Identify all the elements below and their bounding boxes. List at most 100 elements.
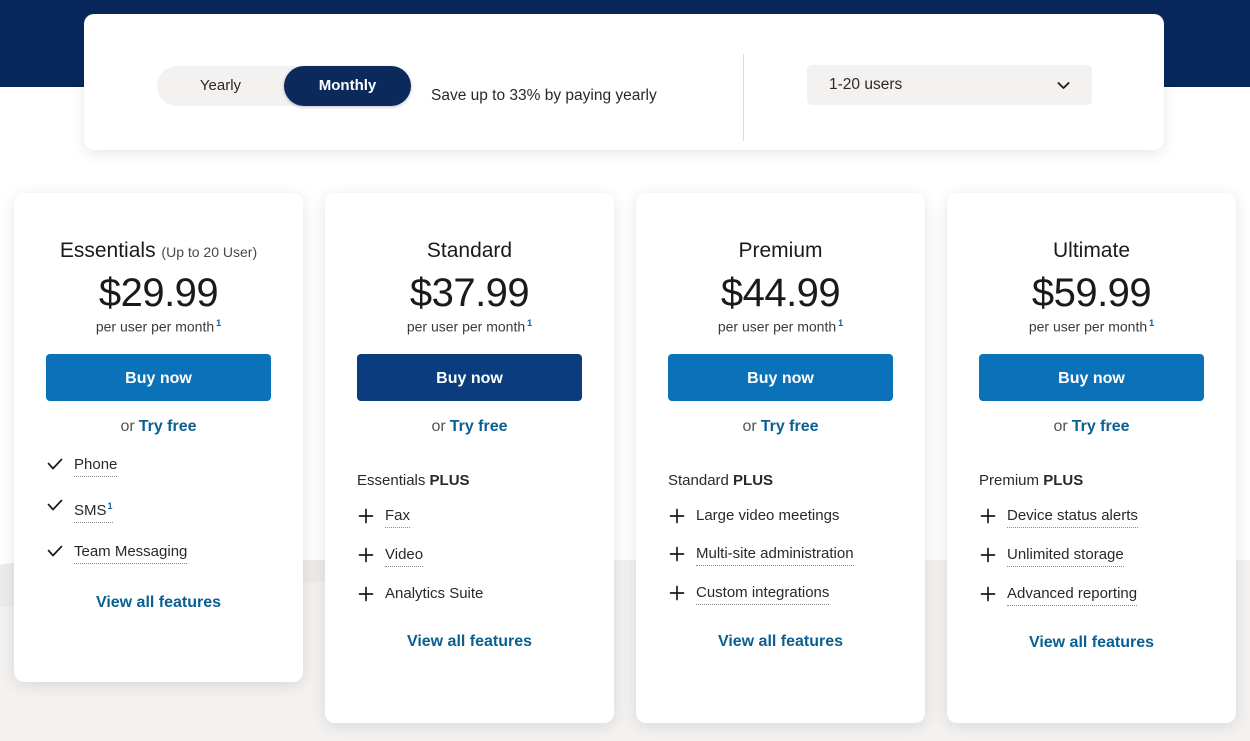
or-label: or [431, 417, 446, 435]
plus-icon [668, 507, 690, 525]
plus-prefix: Standard [668, 471, 734, 489]
check-icon [46, 543, 68, 561]
check-icon [46, 497, 68, 515]
feature-label[interactable]: Multi-site administration [696, 545, 854, 566]
billing-period-toggle[interactable]: Yearly Monthly [157, 66, 411, 106]
plan-period: per user per month 1 [46, 318, 271, 335]
pricing-cards: Essentials (Up to 20 User) $29.99 per us… [0, 193, 1250, 741]
price-footnote-marker: 1 [527, 318, 533, 328]
plus-icon [979, 585, 1001, 603]
plus-heading-ultimate: Premium PLUS [979, 472, 1204, 489]
plan-title-essentials: Essentials (Up to 20 User) [46, 239, 271, 263]
price-footnote-marker: 1 [838, 318, 844, 328]
try-free-link-ultimate[interactable]: Try free [1072, 418, 1130, 435]
pricing-card-standard: Standard $37.99 per user per month 1 Buy … [325, 193, 614, 723]
plus-heading-standard: Essentials PLUS [357, 472, 582, 489]
try-free-row-premium: or Try free [668, 418, 893, 436]
user-count-dropdown[interactable]: 1-20 users [807, 65, 1092, 105]
list-item: Team Messaging [46, 543, 271, 564]
plus-bold: PLUS [429, 471, 470, 489]
feature-label[interactable]: Unlimited storage [1007, 546, 1124, 567]
try-free-row-essentials: or Try free [46, 418, 271, 436]
pricing-card-essentials: Essentials (Up to 20 User) $29.99 per us… [14, 193, 303, 682]
feature-label[interactable]: Device status alerts [1007, 507, 1138, 528]
buy-now-button-ultimate[interactable]: Buy now [979, 353, 1204, 401]
try-free-link-premium[interactable]: Try free [761, 418, 819, 435]
list-item: Fax [357, 507, 582, 528]
plan-period: per user per month 1 [357, 318, 582, 335]
plus-bold: PLUS [1043, 471, 1084, 489]
try-free-link-standard[interactable]: Try free [450, 418, 508, 435]
plan-name-suffix: (Up to 20 User) [161, 244, 258, 260]
plus-icon [979, 507, 1001, 525]
buy-now-button-premium[interactable]: Buy now [668, 353, 893, 401]
buy-now-button-essentials[interactable]: Buy now [46, 353, 271, 401]
plan-title-standard: Standard [357, 239, 582, 263]
buy-now-button-standard[interactable]: Buy now [357, 353, 582, 401]
plus-icon [357, 546, 379, 564]
feature-label[interactable]: Custom integrations [696, 584, 830, 605]
view-all-features-link-standard[interactable]: View all features [357, 633, 582, 651]
plan-period: per user per month 1 [979, 318, 1204, 335]
view-all-features-link-essentials[interactable]: View all features [46, 594, 271, 612]
feature-label[interactable]: Video [385, 546, 424, 567]
list-item: Device status alerts [979, 507, 1204, 528]
feature-label[interactable]: Advanced reporting [1007, 585, 1138, 606]
pricing-card-premium: Premium $44.99 per user per month 1 Buy n… [636, 193, 925, 723]
plus-icon [668, 545, 690, 563]
list-item: Large video meetings [668, 507, 893, 527]
feature-label[interactable]: Phone [74, 456, 118, 477]
feature-list-standard: Fax Video Analytics Suite [357, 507, 582, 605]
pricing-page: Yearly Monthly Save up to 33% by paying … [0, 0, 1250, 741]
plan-price: $44.99 [720, 271, 841, 315]
try-free-link-essentials[interactable]: Try free [139, 418, 197, 435]
feature-label[interactable]: Team Messaging [74, 543, 188, 564]
check-icon [46, 456, 68, 474]
toggle-option-yearly[interactable]: Yearly [157, 66, 284, 106]
savings-note: Save up to 33% by paying yearly [431, 87, 657, 104]
plan-period-text: per user per month [1028, 318, 1148, 335]
view-all-features-link-ultimate[interactable]: View all features [979, 634, 1204, 652]
list-item: Phone [46, 456, 271, 477]
plan-name: Standard [426, 239, 513, 262]
feature-label[interactable]: SMS1 [74, 497, 113, 523]
plus-icon [979, 546, 1001, 564]
plan-price: $59.99 [1031, 271, 1152, 315]
toggle-option-monthly[interactable]: Monthly [284, 66, 411, 106]
plan-period-text: per user per month [95, 318, 215, 335]
list-item: Advanced reporting [979, 585, 1204, 606]
feature-list-premium: Large video meetings Multi-site administ… [668, 507, 893, 605]
user-count-value: 1-20 users [829, 76, 903, 93]
or-label: or [120, 417, 135, 435]
plan-title-premium: Premium [668, 239, 893, 263]
plan-name: Premium [738, 239, 823, 262]
price-footnote-marker: 1 [1149, 318, 1155, 328]
plus-prefix: Essentials [357, 471, 430, 489]
pricing-card-ultimate: Ultimate $59.99 per user per month 1 Buy … [947, 193, 1236, 723]
view-all-features-link-premium[interactable]: View all features [668, 633, 893, 651]
feature-label[interactable]: Analytics Suite [385, 585, 483, 605]
list-item: SMS1 [46, 497, 271, 523]
plus-icon [357, 507, 379, 525]
list-item: Analytics Suite [357, 585, 582, 605]
list-item: Custom integrations [668, 584, 893, 605]
price-footnote-marker: 1 [216, 318, 222, 328]
feature-label[interactable]: Large video meetings [696, 507, 839, 527]
list-item: Video [357, 546, 582, 567]
plus-heading-premium: Standard PLUS [668, 472, 893, 489]
or-label: or [742, 417, 757, 435]
or-label: or [1053, 417, 1068, 435]
list-item: Unlimited storage [979, 546, 1204, 567]
plan-name: Ultimate [1052, 239, 1131, 262]
plan-price: $29.99 [98, 271, 219, 315]
plan-period-text: per user per month [406, 318, 526, 335]
feature-label[interactable]: Fax [385, 507, 411, 528]
plan-period-text: per user per month [717, 318, 837, 335]
feature-list-essentials: Phone SMS1 Team Messaging [46, 456, 271, 564]
plan-name: Essentials [59, 239, 156, 262]
chevron-down-icon [1055, 77, 1072, 94]
plan-price: $37.99 [409, 271, 530, 315]
feature-footnote-marker: 1 [107, 500, 113, 511]
plan-selector-bar: Yearly Monthly Save up to 33% by paying … [84, 14, 1164, 150]
plus-icon [357, 585, 379, 603]
